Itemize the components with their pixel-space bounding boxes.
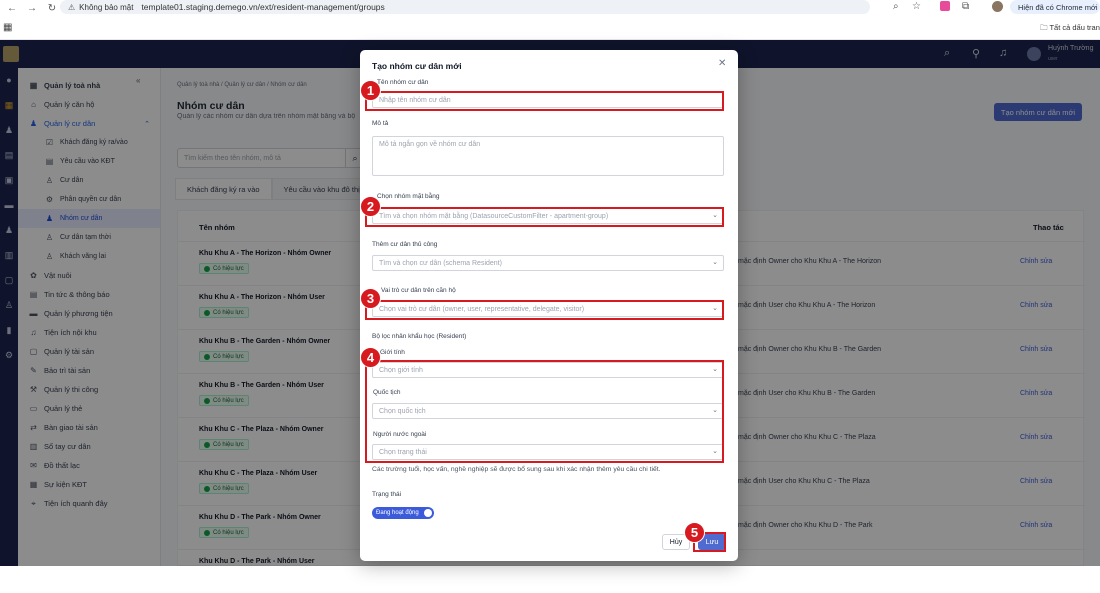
forward-icon[interactable]: → [24, 3, 40, 14]
star-icon[interactable]: ☆ [912, 1, 921, 12]
security-label: Không bảo mật [79, 2, 134, 12]
all-bookmarks-label: Tất cả dấu trang [1049, 23, 1100, 32]
status-toggle-label: Đang hoạt động [376, 510, 419, 516]
manual-resident-label: Thêm cư dân thủ công [372, 241, 438, 248]
demographic-filter-label: Bộ lọc nhân khẩu học (Resident) [372, 333, 467, 340]
manual-resident-select[interactable]: Tìm và chọn cư dân (schema Resident) ⌄ [372, 255, 724, 271]
puzzle-icon[interactable]: ⧉ [962, 1, 969, 12]
apps-grid-icon[interactable]: ▦ [3, 22, 12, 33]
step-marker-4: 4 [360, 347, 381, 368]
status-toggle[interactable]: Đang hoạt động [372, 507, 434, 519]
chrome-update-badge[interactable]: Hiện đã có Chrome mới [1010, 0, 1100, 14]
step-marker-3: 3 [360, 288, 381, 309]
group-name-label: Tên nhóm cư dân [377, 79, 429, 86]
chevron-down-icon: ⌄ [712, 259, 718, 266]
profile-avatar-icon[interactable] [992, 1, 1003, 12]
step-marker-1: 1 [360, 80, 381, 101]
step-marker-2: 2 [360, 196, 381, 217]
gender-label: Giới tính [380, 349, 405, 356]
back-icon[interactable]: ← [4, 3, 20, 14]
highlight-box-3 [365, 300, 724, 320]
close-icon[interactable]: ✕ [718, 58, 726, 69]
warning-icon[interactable]: ⚠ [68, 3, 75, 12]
highlight-box-2 [365, 207, 724, 227]
highlight-box-1 [365, 91, 724, 111]
role-label: Vai trò cư dân trên căn hộ [381, 287, 456, 294]
description-textarea[interactable]: Mô tả ngắn gọn về nhóm cư dân [372, 136, 724, 176]
modal-title: Tạo nhóm cư dân mới [372, 61, 462, 71]
zoom-icon[interactable]: ⌕ [893, 1, 899, 12]
step-marker-5: 5 [684, 522, 705, 543]
status-label: Trạng thái [372, 491, 402, 498]
description-label: Mô tả [372, 120, 389, 127]
toggle-knob [424, 509, 432, 517]
extension-icon[interactable] [940, 1, 950, 11]
all-bookmarks[interactable]: 🗀 Tất cả dấu trang [1040, 22, 1100, 35]
highlight-box-4 [365, 360, 724, 463]
url-text[interactable]: template01.staging.demego.vn/ext/residen… [141, 2, 384, 12]
address-bar[interactable]: ⚠ Không bảo mật template01.staging.demeg… [60, 0, 870, 14]
helper-note: Các trường tuổi, học vấn, nghề nghiệp sẽ… [372, 466, 661, 473]
floor-group-label: Chọn nhóm mặt bằng [377, 193, 440, 200]
manual-resident-placeholder: Tìm và chọn cư dân (schema Resident) [379, 259, 502, 267]
reload-icon[interactable]: ↻ [44, 3, 60, 14]
browser-chrome: ← → ↻ ⚠ Không bảo mật template01.staging… [0, 0, 1100, 40]
